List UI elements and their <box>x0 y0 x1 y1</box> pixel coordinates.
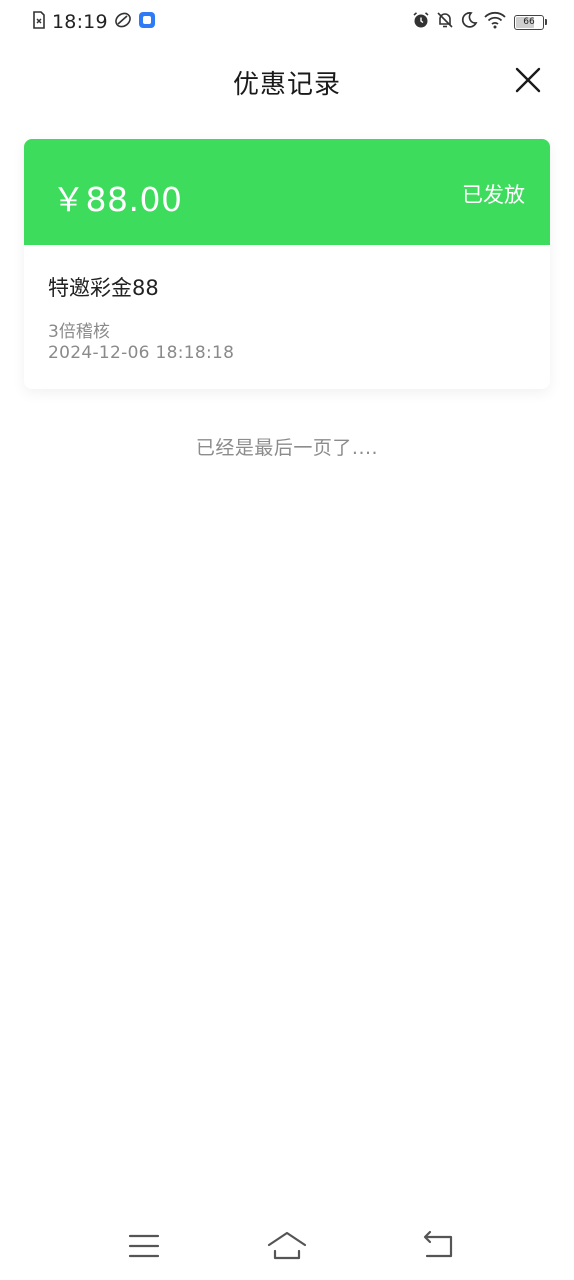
close-button[interactable] <box>514 66 542 94</box>
list-end-text: 已经是最后一页了.... <box>195 437 379 459</box>
app-blue-icon <box>138 11 156 33</box>
back-button[interactable] <box>418 1228 458 1264</box>
bell-off-icon <box>436 11 454 33</box>
coupon-rule: 3倍稽核 <box>48 322 110 342</box>
app-leaf-icon <box>114 11 132 33</box>
coupon-amount: ￥88.00 <box>52 180 183 219</box>
status-bar: 18:19 66 <box>0 0 574 44</box>
header: 优惠记录 <box>0 52 574 110</box>
moon-icon <box>460 11 478 33</box>
close-icon <box>515 67 541 93</box>
coupon-name: 特邀彩金88 <box>48 276 159 300</box>
status-left: 18:19 <box>32 10 156 34</box>
back-icon <box>423 1230 453 1258</box>
menu-button[interactable] <box>124 1228 164 1264</box>
coupon-card-header: ￥88.00 已发放 <box>24 139 550 245</box>
battery-icon: 66 <box>514 14 547 30</box>
coupon-date: 2024-12-06 18:18:18 <box>48 343 235 363</box>
status-time: 18:19 <box>52 11 108 33</box>
wifi-icon <box>484 11 506 33</box>
battery-level: 66 <box>523 16 535 27</box>
home-button[interactable] <box>266 1228 308 1264</box>
home-icon <box>267 1231 307 1260</box>
status-right: 66 <box>412 10 547 34</box>
coupon-status: 已发放 <box>462 183 525 207</box>
alarm-icon <box>412 11 430 33</box>
coupon-records-screen: 18:19 66 优惠记录 ￥88.00 已发放 特邀彩金88 3倍稽核 202… <box>0 0 574 1280</box>
sim-error-icon <box>32 11 46 33</box>
page-title: 优惠记录 <box>232 70 341 100</box>
menu-icon <box>128 1234 160 1258</box>
coupon-card[interactable]: ￥88.00 已发放 特邀彩金88 3倍稽核 2024-12-06 18:18:… <box>24 139 550 389</box>
